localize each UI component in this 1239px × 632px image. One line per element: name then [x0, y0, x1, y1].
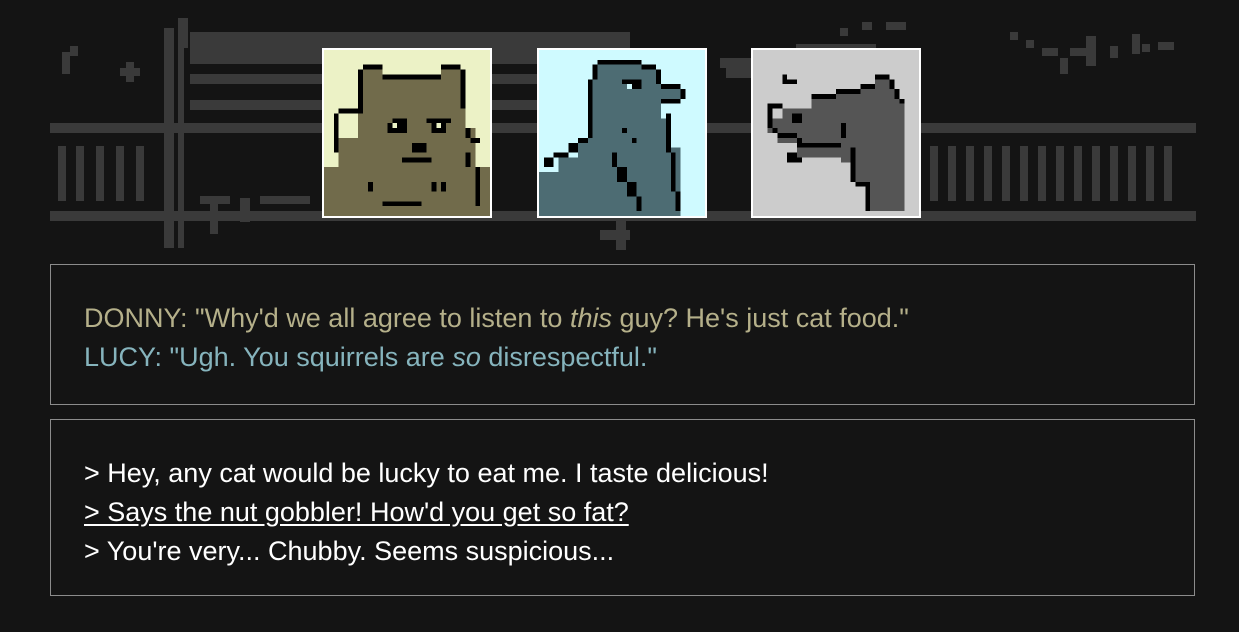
pigeon-portrait-icon	[537, 48, 707, 218]
dialogue-line-lucy: LUCY: "Ugh. You squirrels are so disresp…	[84, 338, 1194, 377]
dialogue-text: guy? He's just cat food."	[611, 303, 909, 333]
choices-box: > Hey, any cat would be lucky to eat me.…	[50, 419, 1195, 596]
choice-option-1[interactable]: > Hey, any cat would be lucky to eat me.…	[84, 454, 1194, 493]
dialogue-box: DONNY: "Why'd we all agree to listen to …	[50, 264, 1195, 405]
speaker-name: DONNY	[84, 303, 181, 333]
dialogue-text: disrespectful."	[480, 342, 658, 372]
dialogue-emphasis: this	[569, 303, 612, 333]
choice-option-2-selected[interactable]: > Says the nut gobbler! How'd you get so…	[84, 493, 1194, 532]
dialogue-line-donny: DONNY: "Why'd we all agree to listen to …	[84, 299, 1194, 338]
dialogue-text: : "Ugh. You squirrels are	[154, 342, 453, 372]
game-screen: DONNY: "Why'd we all agree to listen to …	[0, 0, 1239, 632]
dog-portrait-icon	[751, 48, 921, 218]
squirrel-portrait-icon	[322, 48, 492, 218]
choice-option-3[interactable]: > You're very... Chubby. Seems suspiciou…	[84, 532, 1194, 571]
dialogue-text: : "Why'd we all agree to listen to	[180, 303, 570, 333]
dialogue-emphasis: so	[452, 342, 481, 372]
speaker-name: LUCY	[84, 342, 155, 372]
